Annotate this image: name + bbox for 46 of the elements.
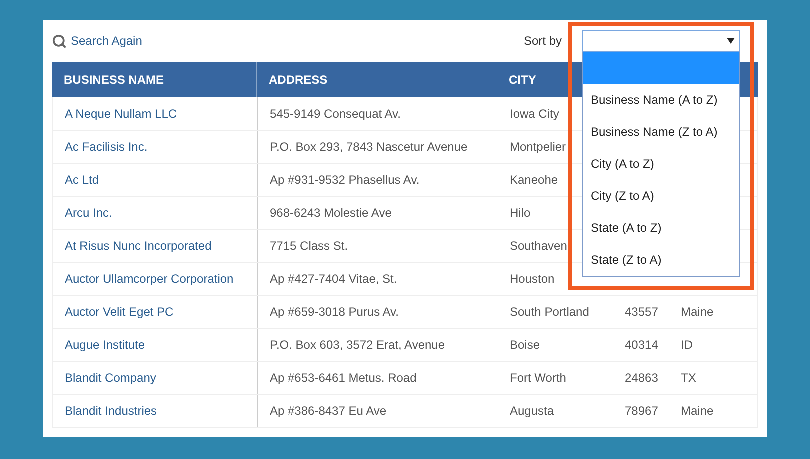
table-cell-text: 7715 Class St. xyxy=(270,238,348,255)
sort-select[interactable] xyxy=(582,30,740,52)
table-cell-text: 43557 xyxy=(625,304,658,321)
search-again-link[interactable]: Search Again xyxy=(52,32,142,50)
business-link[interactable]: A Neque Nullam LLC xyxy=(65,104,178,122)
business-link[interactable]: Blandit Company xyxy=(65,369,156,387)
dropdown-caret-icon xyxy=(727,38,735,44)
table-cell-text: Fort Worth xyxy=(510,370,566,387)
table-cell-text: Ap #386-8437 Eu Ave xyxy=(270,403,387,420)
table-cell-text: Montpelier xyxy=(510,139,566,156)
business-link[interactable]: Blandit Industries xyxy=(65,402,158,420)
table-cell-text: Maine xyxy=(681,304,714,321)
table-cell-text: Ap #427-7404 Vitae, St. xyxy=(270,271,398,288)
table-cell-text: ID xyxy=(681,337,693,354)
table-cell-text: Boise xyxy=(510,337,540,354)
table-cell-text: TX xyxy=(681,370,696,387)
search-icon xyxy=(52,34,67,48)
table-cell-text: Ap #931-9532 Phasellus Av. xyxy=(270,172,420,189)
table-cell-text: Maine xyxy=(681,403,714,420)
table-cell-text: 78967 xyxy=(625,403,658,420)
table-cell-text: 40314 xyxy=(625,337,658,354)
table-cell-text: Augusta xyxy=(510,403,554,420)
table-cell-text: Houston xyxy=(510,271,555,288)
table-cell-text: P.O. Box 293, 7843 Nascetur Avenue xyxy=(270,139,468,156)
sort-label: Sort by xyxy=(524,33,562,50)
table-cell-text: Kaneohe xyxy=(510,172,558,189)
table-cell-text: Iowa City xyxy=(510,106,560,122)
business-link[interactable]: Ac Ltd xyxy=(65,171,100,189)
table-cell-text: Southaven xyxy=(510,238,568,255)
business-link[interactable]: Arcu Inc. xyxy=(65,204,112,222)
table-cell-text: South Portland xyxy=(510,304,590,321)
table-cell-text: Hilo xyxy=(510,205,531,222)
business-link[interactable]: Auctor Ullamcorper Corporation xyxy=(65,270,234,288)
business-link[interactable]: Augue Institute xyxy=(65,336,146,354)
column-header: ADDRESS xyxy=(269,72,328,88)
column-header: CITY xyxy=(509,72,536,88)
table-cell-text: Ap #659-3018 Purus Av. xyxy=(270,304,399,321)
column-header: BUSINESS NAME xyxy=(64,72,164,88)
business-link[interactable]: Ac Facilisis Inc. xyxy=(65,138,148,156)
table-cell-text: 968-6243 Molestie Ave xyxy=(270,205,392,222)
table-cell-text: P.O. Box 603, 3572 Erat, Avenue xyxy=(270,337,446,354)
table-cell-text: 24863 xyxy=(625,370,658,387)
table-cell-text: 545-9149 Consequat Av. xyxy=(270,106,401,122)
business-link[interactable]: At Risus Nunc Incorporated xyxy=(65,237,212,255)
table-cell-text: Ap #653-6461 Metus. Road xyxy=(270,370,417,387)
business-link[interactable]: Auctor Velit Eget PC xyxy=(65,303,174,321)
